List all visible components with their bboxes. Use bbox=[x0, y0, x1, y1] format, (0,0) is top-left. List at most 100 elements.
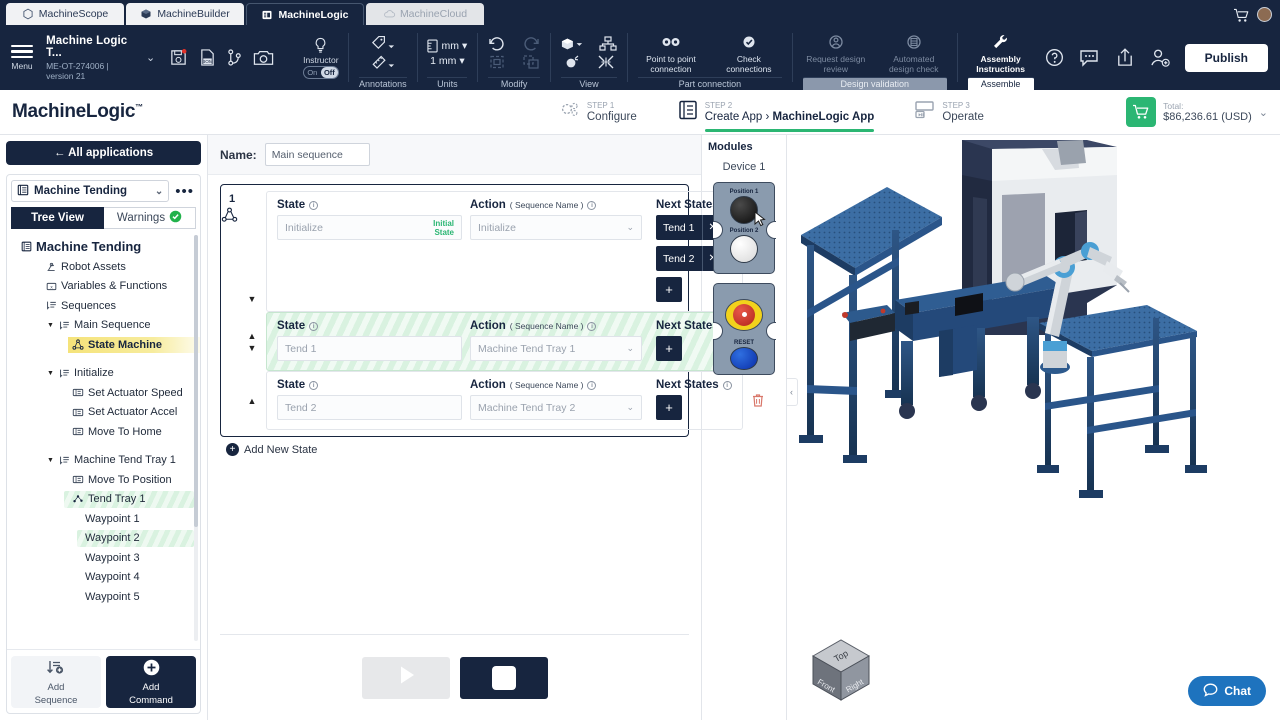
state-card[interactable]: State i Initialize Initial State Action( Sequ… bbox=[266, 191, 743, 312]
add-new-state-button[interactable]: + Add New State bbox=[220, 437, 689, 458]
delete-state-button[interactable] bbox=[743, 371, 773, 430]
tree-node-waypoint-5[interactable]: Waypoint 5 bbox=[13, 587, 196, 607]
tree-node-set-actuator-speed[interactable]: Set Actuator Speed bbox=[13, 383, 196, 403]
help-icon[interactable] bbox=[1044, 47, 1065, 68]
tree-node-move-to-position[interactable]: Move To Position bbox=[13, 470, 196, 490]
module-card-estop[interactable]: RESET bbox=[712, 283, 776, 375]
collapse-icon[interactable] bbox=[597, 54, 615, 70]
tree-node-waypoint-1[interactable]: Waypoint 1 bbox=[13, 509, 196, 529]
share-icon[interactable] bbox=[1115, 47, 1135, 68]
expand-caret-icon[interactable]: ▼ bbox=[47, 457, 55, 464]
user-avatar[interactable] bbox=[1257, 7, 1272, 22]
tree-node-state-machine[interactable]: State Machine bbox=[13, 335, 200, 355]
play-button[interactable] bbox=[361, 656, 450, 699]
info-icon[interactable]: i bbox=[587, 380, 597, 390]
ruler-icon[interactable] bbox=[371, 54, 395, 71]
action-select[interactable]: Machine Tend Tray 2 ⌄ bbox=[470, 395, 642, 420]
tree-node-variables-functions[interactable]: x Variables & Functions bbox=[13, 277, 196, 297]
add-user-icon[interactable] bbox=[1149, 47, 1171, 68]
explode-icon[interactable] bbox=[563, 54, 581, 70]
emergency-stop-button[interactable] bbox=[725, 299, 763, 331]
bom-icon[interactable]: BOM bbox=[199, 48, 216, 67]
request-design-review-button[interactable]: Request design review bbox=[803, 33, 869, 74]
step-operate[interactable]: STEP 3 Operate bbox=[914, 90, 984, 135]
tree-node-waypoint-4[interactable]: Waypoint 4 bbox=[13, 568, 196, 588]
reset-button[interactable] bbox=[730, 346, 758, 370]
3d-viewport[interactable]: ‹ Top Front Right Chat bbox=[787, 135, 1280, 720]
tab-tree-view[interactable]: Tree View bbox=[11, 207, 104, 229]
assembly-instructions-button[interactable]: Assembly Instructions bbox=[968, 33, 1034, 74]
state-name-input[interactable]: Initialize Initial State bbox=[277, 215, 462, 240]
tree-icon[interactable] bbox=[599, 36, 617, 52]
tab-machinecloud[interactable]: MachineCloud bbox=[366, 3, 484, 25]
sequence-name-input[interactable]: Main sequence bbox=[264, 143, 370, 166]
info-icon[interactable]: i bbox=[722, 380, 732, 390]
state-card[interactable]: State i Tend 1 Action( Sequence Name ) i Mach… bbox=[266, 312, 743, 371]
info-icon[interactable]: i bbox=[587, 200, 597, 210]
position-2-knob[interactable] bbox=[730, 235, 758, 263]
expand-caret-icon[interactable]: ▼ bbox=[47, 322, 55, 329]
info-icon[interactable]: i bbox=[309, 200, 319, 210]
tag-icon[interactable] bbox=[371, 35, 395, 52]
menu-button[interactable]: Menu bbox=[0, 25, 44, 90]
add-sequence-button[interactable]: Add Sequence bbox=[11, 656, 101, 708]
tree-node-waypoint-3[interactable]: Waypoint 3 bbox=[13, 548, 196, 568]
chevron-down-icon[interactable]: ⌄ bbox=[146, 51, 155, 64]
add-command-button[interactable]: Add Command bbox=[106, 656, 196, 708]
chat-button[interactable]: Chat bbox=[1188, 676, 1266, 706]
add-next-state-button[interactable]: + bbox=[656, 277, 682, 302]
move-up-arrow[interactable]: ▲ bbox=[248, 396, 257, 406]
tree-node-waypoint-2[interactable]: Waypoint 2 bbox=[13, 529, 196, 549]
tree-node-machine-tend-tray-1[interactable]: ▼ Machine Tend Tray 1 bbox=[13, 451, 196, 471]
instructor-toggle-group[interactable]: Instructor On Off bbox=[294, 25, 349, 90]
ungroup-icon[interactable] bbox=[522, 54, 540, 70]
move-down-arrow[interactable]: ▼ bbox=[248, 294, 257, 304]
tree-node-robot-assets[interactable]: Robot Assets bbox=[13, 257, 196, 277]
tab-machinelogic[interactable]: MachineLogic bbox=[246, 3, 364, 25]
action-select[interactable]: Initialize ⌄ bbox=[470, 215, 642, 240]
tree-scrollbar[interactable] bbox=[194, 235, 198, 641]
branch-icon[interactable] bbox=[227, 48, 242, 67]
action-select[interactable]: Machine Tend Tray 1 ⌄ bbox=[470, 336, 642, 361]
total-price-widget[interactable]: Total: $86,236.61 (USD) ⌄ bbox=[1126, 97, 1268, 127]
application-selector[interactable]: Machine Tending ⌄ bbox=[11, 180, 170, 202]
tree-node-move-to-home[interactable]: Move To Home bbox=[13, 422, 196, 442]
more-options-button[interactable]: ••• bbox=[173, 183, 196, 200]
undo-icon[interactable] bbox=[488, 36, 506, 52]
info-icon[interactable]: i bbox=[587, 321, 597, 331]
redo-icon[interactable] bbox=[522, 36, 540, 52]
step-create-app[interactable]: STEP 2 Create App › MachineLogic App bbox=[677, 90, 874, 135]
tab-warnings[interactable]: Warnings bbox=[104, 207, 196, 229]
collapse-panel-button[interactable]: ‹ bbox=[787, 378, 798, 406]
state-name-input[interactable]: Tend 1 bbox=[277, 336, 462, 361]
info-icon[interactable]: i bbox=[309, 380, 319, 390]
automated-design-check-button[interactable]: Automated design check bbox=[881, 33, 947, 74]
instructor-toggle[interactable]: On Off bbox=[302, 65, 339, 79]
state-name-input[interactable]: Tend 2 bbox=[277, 395, 462, 420]
tab-machinescope[interactable]: MachineScope bbox=[6, 3, 124, 25]
group-icon[interactable] bbox=[488, 54, 506, 70]
all-applications-button[interactable]: ← All applications bbox=[6, 141, 201, 165]
tree-node-sequences[interactable]: Sequences bbox=[13, 296, 196, 316]
save-icon[interactable] bbox=[169, 48, 188, 67]
sequence-tree[interactable]: Machine Tending Robot Assets x Variables & … bbox=[7, 229, 200, 649]
expand-caret-icon[interactable]: ▼ bbox=[47, 370, 55, 377]
move-up-arrow[interactable]: ▲ bbox=[248, 331, 257, 341]
feedback-icon[interactable] bbox=[1079, 48, 1101, 68]
check-connections-button[interactable]: Check connections bbox=[716, 33, 782, 74]
precision-selector[interactable]: 1 mm ▾ bbox=[430, 55, 465, 67]
module-card-positions[interactable]: Position 1 Position 2 bbox=[712, 182, 776, 274]
add-next-state-button[interactable]: + bbox=[656, 336, 682, 361]
cart-icon[interactable] bbox=[1233, 8, 1249, 22]
tree-node-main-sequence[interactable]: ▼ Main Sequence bbox=[13, 316, 196, 336]
tree-node-tend-tray-1[interactable]: Tend Tray 1 bbox=[13, 490, 196, 510]
step-configure[interactable]: STEP 1 Configure bbox=[559, 90, 637, 135]
unit-selector[interactable]: mm ▾ bbox=[427, 39, 467, 53]
camera-icon[interactable] bbox=[253, 49, 274, 67]
move-down-arrow[interactable]: ▼ bbox=[248, 343, 257, 353]
tree-node-set-actuator-accel[interactable]: Set Actuator Accel bbox=[13, 403, 196, 423]
publish-button[interactable]: Publish bbox=[1184, 43, 1268, 72]
tree-node-machine-tending[interactable]: Machine Tending bbox=[13, 235, 196, 257]
tab-machinebuilder[interactable]: MachineBuilder bbox=[126, 3, 244, 25]
info-icon[interactable]: i bbox=[309, 321, 319, 331]
